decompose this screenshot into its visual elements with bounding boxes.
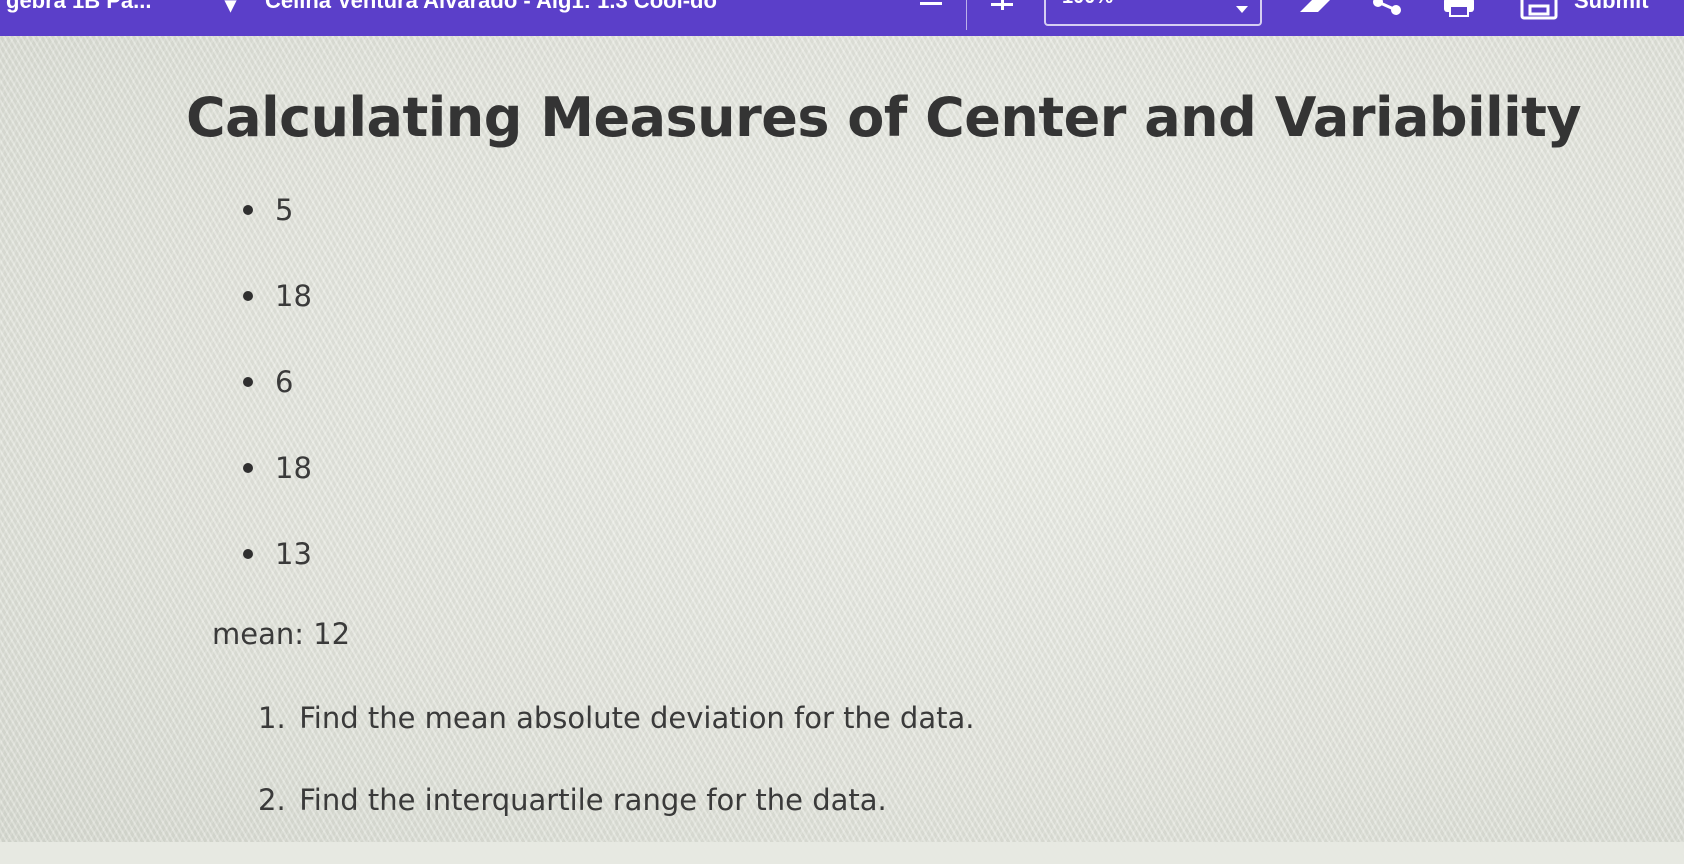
share-icon[interactable] [1370, 0, 1408, 20]
zoom-out-minus-icon[interactable] [920, 2, 942, 5]
tab-dropdown-chevron-icon[interactable]: ▾ [225, 0, 236, 18]
data-value: 18 [275, 279, 312, 313]
toolbar-divider [966, 0, 967, 30]
top-toolbar: gebra 1B Pa... ▾ Celina Ventura Alvarado… [0, 0, 1684, 36]
bullet-icon [243, 291, 253, 301]
question-text: Find the mean absolute deviation for the… [299, 701, 975, 735]
chevron-down-icon [1236, 6, 1248, 13]
questions-list: 1. Find the mean absolute deviation for … [258, 700, 974, 864]
save-icon[interactable] [1520, 0, 1558, 20]
list-item: 13 [243, 536, 312, 622]
bullet-icon [243, 377, 253, 387]
question-text: Find the interquartile range for the dat… [299, 783, 887, 817]
bullet-icon [243, 205, 253, 215]
tab-title[interactable]: gebra 1B Pa... [6, 0, 152, 14]
data-values-list: 5 18 6 18 13 [243, 192, 312, 622]
zoom-value: 100% [1062, 0, 1113, 9]
question-number: 1. [258, 701, 286, 735]
data-value: 18 [275, 451, 312, 485]
mean-label: mean: 12 [212, 617, 351, 651]
list-item: 6 [243, 364, 312, 450]
document-title: Celina Ventura Alvarado - Alg1: 1.3 Cool… [265, 0, 717, 13]
print-icon[interactable] [1440, 0, 1478, 20]
list-item: 18 [243, 278, 312, 364]
question-item: 2. Find the interquartile range for the … [258, 782, 974, 864]
list-item: 18 [243, 450, 312, 536]
bullet-icon [243, 549, 253, 559]
question-item: 1. Find the mean absolute deviation for … [258, 700, 974, 782]
eraser-icon[interactable] [1296, 0, 1334, 20]
data-value: 5 [275, 193, 294, 227]
data-value: 6 [275, 365, 294, 399]
data-value: 13 [275, 537, 312, 571]
page-title: Calculating Measures of Center and Varia… [186, 86, 1582, 149]
submit-button[interactable]: Submit [1574, 0, 1649, 14]
list-item: 5 [243, 192, 312, 278]
zoom-select[interactable]: 100% [1044, 0, 1262, 26]
bullet-icon [243, 463, 253, 473]
question-number: 2. [258, 783, 286, 817]
